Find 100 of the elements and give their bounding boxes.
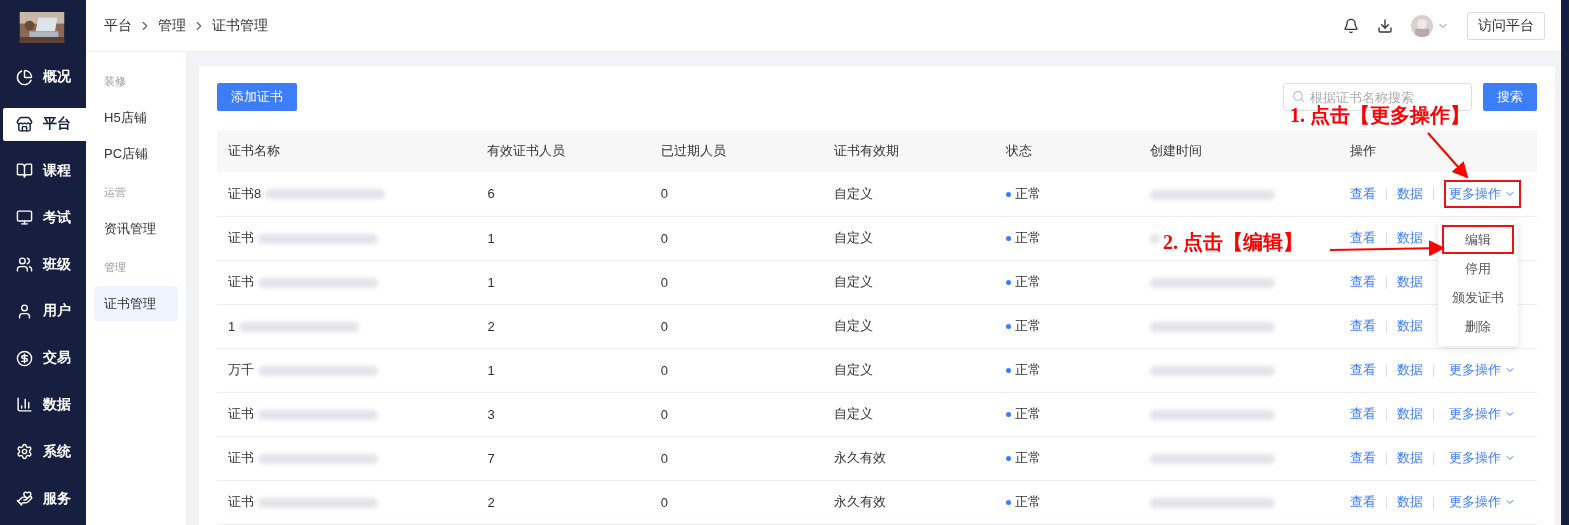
nav-item[interactable]: 平台 xyxy=(3,107,86,141)
visit-platform-button[interactable]: 访问平台 xyxy=(1467,11,1545,40)
table-cell: 0 xyxy=(660,230,668,246)
store-icon xyxy=(16,115,33,133)
more-actions-link[interactable]: 更多操作 xyxy=(1443,400,1521,428)
table-cell: 正常 xyxy=(1015,230,1042,245)
nav-item[interactable]: 概况 xyxy=(3,60,86,94)
table-cell: 0 xyxy=(660,362,668,378)
column-header: 证书名称 xyxy=(217,130,477,172)
status-dot xyxy=(1006,191,1012,197)
action-link[interactable]: 查看 xyxy=(1349,230,1376,245)
book-icon xyxy=(16,162,33,180)
more-actions-link[interactable]: 更多操作 xyxy=(1443,356,1521,384)
table-cell: 自定义 xyxy=(833,318,873,333)
menu-item[interactable]: 停用 xyxy=(1463,254,1493,283)
table-cell: 1 xyxy=(228,318,236,334)
search-button[interactable]: 搜索 xyxy=(1483,83,1537,111)
table-cell: 证书 xyxy=(228,494,254,509)
annotation-text: 2. 点击【编辑】 xyxy=(1163,230,1303,255)
status-dot xyxy=(1006,324,1012,330)
more-actions-link[interactable]: 更多操作 xyxy=(1443,444,1521,472)
action-link[interactable]: 数据 xyxy=(1396,185,1423,201)
pie-chart-icon xyxy=(16,68,33,86)
table-cell: 正常 xyxy=(1015,406,1042,421)
table-cell: 0 xyxy=(660,494,668,510)
submenu-item[interactable]: PC店铺 xyxy=(94,136,178,171)
menu-item[interactable]: 颁发证书 xyxy=(1450,283,1506,312)
menu-heading: 运营 xyxy=(103,185,127,200)
table-cell: 正常 xyxy=(1015,274,1042,289)
nav-item[interactable]: 考试 xyxy=(3,201,86,235)
submenu-item[interactable]: 证书管理 xyxy=(94,286,178,321)
nav-item[interactable]: 数据 xyxy=(3,388,86,422)
table-cell: 正常 xyxy=(1015,494,1042,509)
table-cell: 7 xyxy=(487,450,495,466)
action-link[interactable]: 查看 xyxy=(1349,362,1376,377)
add-certificate-button[interactable]: 添加证书 xyxy=(217,83,297,111)
table-cell: 0 xyxy=(660,274,668,290)
table-cell: 0 xyxy=(660,450,668,466)
action-link[interactable]: 查看 xyxy=(1349,494,1376,509)
status-dot xyxy=(1006,500,1012,506)
nav-item[interactable]: 交易 xyxy=(3,341,86,375)
status-dot xyxy=(1006,456,1012,462)
table-cell: 2 xyxy=(487,494,495,510)
action-link[interactable]: 查看 xyxy=(1349,274,1376,289)
table-cell: 0 xyxy=(660,186,668,202)
action-link[interactable]: 数据 xyxy=(1396,494,1423,509)
status-dot xyxy=(1006,280,1012,286)
more-actions-link[interactable]: 更多操作 xyxy=(1443,488,1521,516)
column-header: 证书有效期 xyxy=(822,130,996,172)
table-cell: 证书 xyxy=(228,450,254,465)
nav-item[interactable]: 系统 xyxy=(3,435,86,469)
nav-item[interactable]: 用户 xyxy=(3,294,86,328)
status-dot xyxy=(1006,368,1012,374)
table-cell: 0 xyxy=(660,406,668,422)
action-link[interactable]: 数据 xyxy=(1396,318,1423,333)
users-icon xyxy=(16,256,33,274)
action-link[interactable]: 数据 xyxy=(1396,406,1423,421)
table-cell: 正常 xyxy=(1015,362,1042,377)
status-dot xyxy=(1006,236,1012,242)
bar-chart-icon xyxy=(16,396,33,414)
download-icon[interactable] xyxy=(1377,17,1393,34)
annotation-arrow xyxy=(1427,132,1469,179)
table-cell: 正常 xyxy=(1015,450,1042,465)
table-cell: 1 xyxy=(487,230,495,246)
breadcrumb-item[interactable]: 管理 xyxy=(158,16,186,35)
action-link[interactable]: 查看 xyxy=(1349,318,1376,333)
action-link[interactable]: 查看 xyxy=(1349,450,1376,465)
bell-icon[interactable] xyxy=(1343,17,1359,34)
action-link[interactable]: 查看 xyxy=(1349,406,1376,421)
submenu-item[interactable]: H5店铺 xyxy=(94,100,178,135)
submenu-item[interactable]: 资讯管理 xyxy=(94,211,178,246)
column-header: 状态 xyxy=(995,130,1140,172)
table-cell: 证书8 xyxy=(228,185,262,201)
action-link[interactable]: 数据 xyxy=(1396,230,1423,245)
table-cell: 万千 xyxy=(228,362,254,377)
action-link[interactable]: 数据 xyxy=(1396,362,1423,377)
more-actions-link[interactable]: 更多操作 xyxy=(1443,179,1521,208)
action-link[interactable]: 查看 xyxy=(1349,185,1376,201)
table-cell: 3 xyxy=(487,406,495,422)
action-link[interactable]: 数据 xyxy=(1396,450,1423,465)
search-icon xyxy=(1292,90,1305,103)
menu-heading: 装修 xyxy=(103,74,127,89)
table-cell: 自定义 xyxy=(833,406,873,421)
action-link[interactable]: 数据 xyxy=(1396,274,1423,289)
breadcrumb-item: 证书管理 xyxy=(212,16,268,35)
table-cell: 0 xyxy=(660,318,668,334)
menu-item[interactable]: 删除 xyxy=(1463,312,1493,341)
nav-item[interactable]: 班级 xyxy=(3,248,86,281)
menu-item[interactable]: 编辑 xyxy=(1442,225,1514,254)
hand-heart-icon xyxy=(16,490,33,508)
nav-item[interactable]: 服务 xyxy=(3,482,86,515)
table-cell: 2 xyxy=(487,318,495,334)
nav-item[interactable]: 课程 xyxy=(3,154,86,188)
breadcrumb-item[interactable]: 平台 xyxy=(104,16,132,35)
table-cell: 证书 xyxy=(228,230,254,245)
table-cell: 证书 xyxy=(228,406,254,421)
column-header: 有效证书人员 xyxy=(476,130,650,172)
user-icon xyxy=(16,302,33,320)
coin-icon xyxy=(16,349,33,367)
column-header: 操作 xyxy=(1338,130,1537,172)
